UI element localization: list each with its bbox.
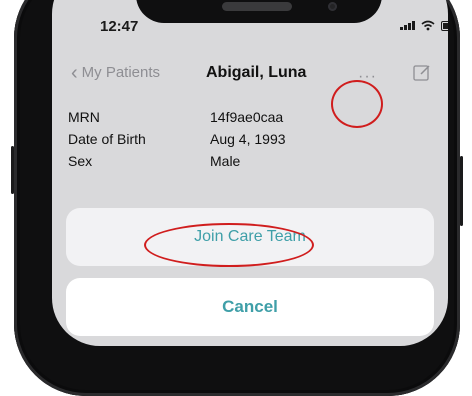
nav-bar: ‹ My Patients Abigail, Luna ··· (52, 56, 448, 92)
phone-frame: 12:47 ‹ My Patients Abigail, Luna ··· MR… (11, 0, 463, 396)
signal-icon (400, 21, 415, 30)
speaker (222, 2, 292, 11)
info-row-dob: Date of Birth Aug 4, 1993 (68, 128, 286, 150)
status-time: 12:47 (100, 18, 139, 35)
join-care-team-highlight (144, 223, 314, 267)
back-label: My Patients (81, 64, 161, 81)
info-value: 14f9ae0caa (210, 109, 284, 125)
info-label: MRN (68, 109, 100, 125)
phone-screen: 12:47 ‹ My Patients Abigail, Luna ··· MR… (52, 0, 448, 346)
chevron-left-icon: ‹ (71, 61, 78, 84)
back-button[interactable]: ‹ My Patients (71, 61, 161, 84)
info-label: Sex (68, 153, 93, 169)
battery-icon (441, 20, 448, 31)
compose-icon[interactable] (413, 64, 431, 82)
status-icons (400, 20, 448, 31)
side-button-left (11, 146, 14, 194)
more-button-highlight (331, 80, 383, 128)
cancel-button[interactable]: Cancel (66, 278, 434, 336)
patient-info: MRN 14f9ae0caa Date of Birth Aug 4, 1993… (68, 106, 286, 172)
page-title: Abigail, Luna (206, 64, 307, 81)
info-label: Date of Birth (68, 131, 146, 147)
side-button-right (460, 156, 463, 226)
cancel-sheet: Cancel (66, 278, 434, 336)
info-row-mrn: MRN 14f9ae0caa (68, 106, 286, 128)
camera (328, 2, 337, 11)
info-value: Male (210, 153, 241, 169)
info-value: Aug 4, 1993 (210, 131, 286, 147)
wifi-icon (421, 20, 435, 31)
info-row-sex: Sex Male (68, 150, 286, 172)
